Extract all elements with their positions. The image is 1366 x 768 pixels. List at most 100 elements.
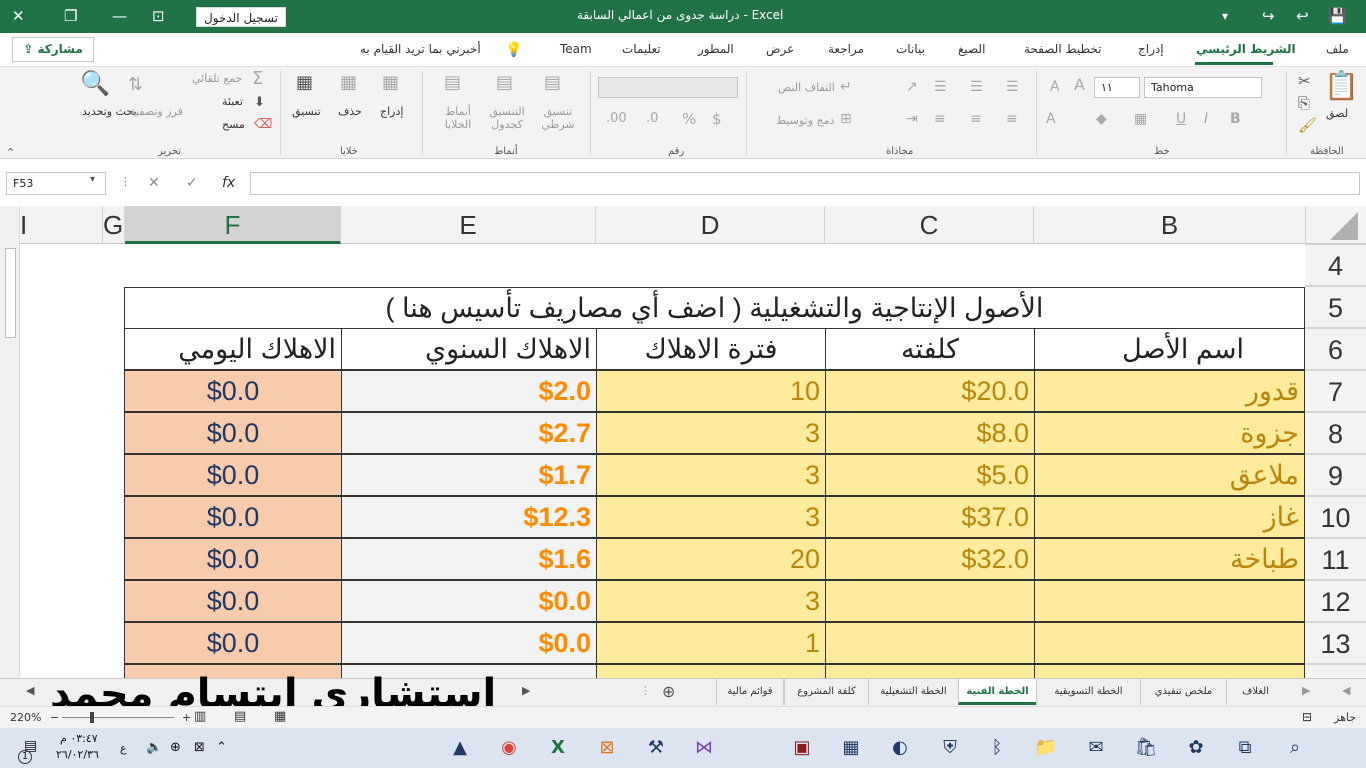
tools-icon[interactable]: ⚒ bbox=[643, 736, 669, 760]
cell-period[interactable]: 3 bbox=[596, 496, 826, 538]
sheet-tab-cover[interactable]: الغلاف bbox=[1226, 679, 1284, 705]
excel-icon[interactable]: X bbox=[545, 736, 571, 760]
cell-asset-name[interactable]: قدور bbox=[1034, 370, 1305, 412]
highlight-icon[interactable]: ◆ bbox=[1096, 109, 1107, 129]
cell-asset-name-row-14[interactable] bbox=[1034, 664, 1305, 678]
align-bottom-icon[interactable]: ☰ bbox=[1006, 77, 1019, 97]
currency-icon[interactable]: $ bbox=[712, 109, 722, 129]
copilot-icon[interactable]: ✿ bbox=[1183, 736, 1209, 760]
namebox-dropdown-icon[interactable]: ▾ bbox=[90, 174, 95, 185]
wrap-text-button[interactable]: التفاف النص bbox=[778, 81, 835, 94]
align-right-icon[interactable]: ≡ bbox=[1006, 109, 1018, 129]
format-table-button[interactable]: التنسيق كجدول bbox=[484, 105, 530, 131]
row-header-13[interactable]: 13 bbox=[1305, 622, 1366, 664]
winrar-icon[interactable]: ▣ bbox=[789, 736, 815, 760]
cell-period[interactable]: 10 bbox=[596, 370, 826, 412]
sort-filter-button[interactable]: فرز وتصفية bbox=[130, 105, 183, 118]
xampp-icon[interactable]: ⊠ bbox=[594, 736, 620, 760]
ribbon-display-icon[interactable]: ⊡ bbox=[152, 6, 165, 26]
grow-font-icon[interactable]: A bbox=[1074, 75, 1085, 95]
sheet-tab-operational-plan[interactable]: الخطة التشغيلية bbox=[868, 679, 958, 705]
tab-home[interactable]: الشريط الرئيسي bbox=[1196, 42, 1296, 56]
row-header-6[interactable]: 6 bbox=[1305, 328, 1366, 370]
cell-annual[interactable]: $2.0 bbox=[341, 370, 597, 412]
cell-asset-name[interactable] bbox=[1034, 580, 1305, 622]
worksheet-grid[interactable]: B C D E F G I 4 5 6 7 8 9 10 11 12 13 ال… bbox=[0, 206, 1366, 678]
conditional-format-icon[interactable]: ▤ bbox=[544, 73, 561, 93]
align-middle-icon[interactable]: ☰ bbox=[970, 77, 983, 97]
row-header-10[interactable]: 10 bbox=[1305, 496, 1366, 538]
cell-daily[interactable]: $0.0 bbox=[124, 496, 342, 538]
redo-icon[interactable]: ↪ bbox=[1262, 6, 1275, 26]
cancel-icon[interactable]: ✕ bbox=[148, 175, 160, 191]
cell-annual[interactable]: $0.0 bbox=[341, 580, 597, 622]
font-color-icon[interactable]: A bbox=[1046, 109, 1056, 129]
cell-period[interactable]: 3 bbox=[596, 580, 826, 622]
cell-cost[interactable] bbox=[825, 622, 1035, 664]
bluetooth-icon[interactable]: ᛒ bbox=[984, 736, 1010, 760]
merge-icon[interactable]: ⊞ bbox=[840, 109, 852, 129]
cell-annual[interactable]: $2.7 bbox=[341, 412, 597, 454]
search-icon[interactable]: ⌕ bbox=[1282, 736, 1308, 760]
row-header-4[interactable]: 4 bbox=[1305, 244, 1366, 286]
cell-asset-name[interactable] bbox=[1034, 622, 1305, 664]
column-header-e[interactable]: E bbox=[341, 206, 596, 244]
cell-daily[interactable]: $0.0 bbox=[124, 538, 342, 580]
select-all-corner[interactable] bbox=[1306, 206, 1366, 244]
tab-data[interactable]: بيانات bbox=[896, 42, 925, 56]
cell-daily[interactable]: $0.0 bbox=[124, 622, 342, 664]
row-header-12[interactable]: 12 bbox=[1305, 580, 1366, 622]
cell-annual[interactable]: $1.7 bbox=[341, 454, 597, 496]
show-hidden-icons-icon[interactable]: ⌃ bbox=[216, 740, 227, 755]
store-icon[interactable]: 🛍 bbox=[1133, 736, 1159, 760]
network-icon[interactable]: ⊕ bbox=[170, 740, 181, 755]
row-header-8[interactable]: 8 bbox=[1305, 412, 1366, 454]
zoom-slider[interactable] bbox=[62, 717, 174, 718]
row-header-5[interactable]: 5 bbox=[1305, 286, 1366, 328]
increase-decimal-icon[interactable]: .0 bbox=[646, 109, 658, 129]
find-icon[interactable]: 🔍 bbox=[80, 71, 110, 95]
cell-daily[interactable]: $0.0 bbox=[124, 454, 342, 496]
share-button[interactable]: ⇪ مشاركة bbox=[12, 37, 94, 62]
page-break-view-icon[interactable]: ▥ bbox=[194, 709, 206, 724]
edge-icon[interactable]: ◐ bbox=[887, 736, 913, 760]
borders-icon[interactable]: ▦ bbox=[1134, 109, 1147, 129]
clock-date[interactable]: ٢٦/٠٢/٣٦ bbox=[56, 748, 99, 761]
scroll-next-sheet-icon[interactable]: ▶ bbox=[1302, 684, 1310, 697]
column-header-g[interactable]: G bbox=[103, 206, 125, 244]
conditional-format-button[interactable]: تنسيق شرطي bbox=[536, 105, 580, 131]
photos-icon[interactable]: ▲ bbox=[447, 736, 473, 760]
cell-cost[interactable]: $37.0 bbox=[825, 496, 1035, 538]
number-format-dropdown[interactable] bbox=[598, 77, 738, 98]
tell-me-box[interactable]: أخبرني بما تريد القيام به bbox=[360, 42, 481, 56]
tab-review[interactable]: مراجعة bbox=[828, 42, 864, 56]
cell-cost[interactable] bbox=[825, 580, 1035, 622]
cell-cost[interactable]: $32.0 bbox=[825, 538, 1035, 580]
column-header-i[interactable]: I bbox=[20, 206, 103, 244]
defender-icon[interactable]: ⛨ bbox=[937, 736, 963, 760]
sheet-tab-marketing-plan[interactable]: الخطة التسويقية bbox=[1036, 679, 1140, 705]
zoom-level[interactable]: 220% bbox=[10, 711, 41, 724]
header-asset-name[interactable]: اسم الأصل bbox=[1034, 328, 1305, 370]
clear-button[interactable]: مسح bbox=[222, 118, 245, 131]
signin-button[interactable]: تسجيل الدخول bbox=[196, 7, 286, 27]
merge-center-button[interactable]: دمج وتوسيط bbox=[776, 114, 834, 127]
paste-button[interactable]: لصق bbox=[1326, 107, 1348, 120]
cell-cost[interactable]: $5.0 bbox=[825, 454, 1035, 496]
tab-help[interactable]: تعليمات bbox=[622, 42, 661, 56]
cell-period[interactable]: 20 bbox=[596, 538, 826, 580]
cell-cost[interactable]: $20.0 bbox=[825, 370, 1035, 412]
chrome-icon[interactable]: ◉ bbox=[496, 736, 522, 760]
clock-time[interactable]: ٠٣:٤٧ م bbox=[60, 732, 98, 745]
font-name-dropdown[interactable]: Tahoma bbox=[1144, 77, 1262, 98]
column-header-b[interactable]: B bbox=[1034, 206, 1306, 244]
autosum-icon[interactable]: Σ bbox=[252, 69, 263, 89]
autosum-button[interactable]: جمع تلقائي bbox=[192, 72, 242, 85]
notification-count-badge[interactable]: 1 bbox=[18, 750, 32, 764]
tab-insert[interactable]: إدراج bbox=[1138, 42, 1164, 56]
sort-filter-icon[interactable]: ⇅ bbox=[128, 75, 143, 95]
copy-icon[interactable]: ⎘ bbox=[1298, 93, 1310, 113]
format-button[interactable]: تنسيق bbox=[292, 105, 321, 118]
mail-icon[interactable]: ✉ bbox=[1083, 736, 1109, 760]
eraser-icon[interactable]: ⌫ bbox=[254, 115, 272, 135]
